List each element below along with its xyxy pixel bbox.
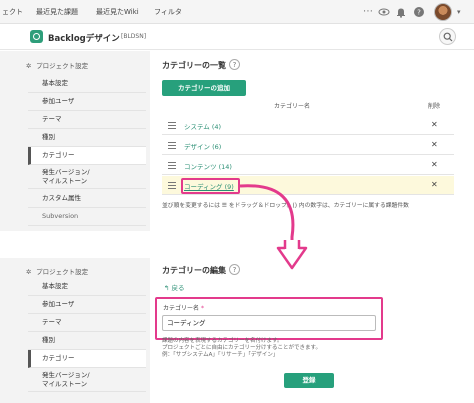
sidebar-item-users[interactable]: 参加ユーザ <box>28 296 146 314</box>
sidebar-item-milestone[interactable]: 発生バージョン/ マイルストーン <box>28 368 146 392</box>
sidebar-item-basic[interactable]: 基本設定 <box>28 278 146 296</box>
table-row: システム (4) ✕ <box>162 116 454 135</box>
sidebar-header: ✲ プロジェクト設定 <box>26 62 89 70</box>
help-icon[interactable]: ? <box>229 264 240 275</box>
sidebar-item-theme[interactable]: テーマ <box>28 111 146 129</box>
delete-icon[interactable]: ✕ <box>431 140 438 149</box>
more-icon[interactable]: ⋯ <box>362 6 374 18</box>
avatar[interactable] <box>434 3 452 21</box>
project-header: Backlogデザイン [BLDSN] <box>0 24 474 50</box>
table-row: デザイン (6) ✕ <box>162 136 454 155</box>
global-nav: ェクト 最近見た課題 最近見たWiki フィルタ ⋯ ? ▾ <box>0 0 474 24</box>
settings-sidebar-bottom: ✲ プロジェクト設定 基本設定 参加ユーザ テーマ 種別 カテゴリー 発生バージ… <box>0 258 150 403</box>
eye-icon[interactable] <box>378 6 390 18</box>
category-name-input[interactable]: コーディング <box>162 315 376 331</box>
drag-handle-icon[interactable] <box>168 142 176 149</box>
drag-handle-icon[interactable] <box>168 122 176 129</box>
page-title: カテゴリーの一覧 <box>162 61 226 70</box>
sidebar-item-theme[interactable]: テーマ <box>28 314 146 332</box>
sidebar-item-subversion[interactable]: Subversion <box>28 208 146 226</box>
settings-sidebar-top: ✲ プロジェクト設定 基本設定 参加ユーザ テーマ 種別 カテゴリー 発生バージ… <box>0 51 150 231</box>
sidebar-item-type[interactable]: 種別 <box>28 129 146 147</box>
category-link[interactable]: コンテンツ (14) <box>184 161 232 171</box>
back-link[interactable]: ↰ 戻る <box>164 282 185 292</box>
sidebar-item-custom-fields[interactable]: カスタム属性 <box>28 190 146 208</box>
sidebar-item-category[interactable]: カテゴリー <box>28 350 146 368</box>
sidebar-header: ✲ プロジェクト設定 <box>26 268 89 276</box>
chevron-down-icon[interactable]: ▾ <box>457 8 461 16</box>
sidebar-item-users[interactable]: 参加ユーザ <box>28 93 146 111</box>
category-link[interactable]: システム (4) <box>184 121 221 131</box>
add-category-button[interactable]: カテゴリーの追加 <box>162 80 246 96</box>
sidebar-item-milestone[interactable]: 発生バージョン/ マイルストーン <box>28 165 146 189</box>
sidebar-item-basic[interactable]: 基本設定 <box>28 75 146 93</box>
sidebar-item-type[interactable]: 種別 <box>28 332 146 350</box>
transition-arrow-icon <box>239 184 308 270</box>
drag-handle-icon[interactable] <box>168 182 176 189</box>
project-logo-icon <box>30 30 43 43</box>
help-icon[interactable]: ? <box>413 6 425 18</box>
nav-recent-wiki[interactable]: 最近見たWiki <box>96 7 139 17</box>
delete-icon[interactable]: ✕ <box>431 180 438 189</box>
delete-icon[interactable]: ✕ <box>431 120 438 129</box>
gear-icon: ✲ <box>26 268 32 276</box>
table-row: コンテンツ (14) ✕ <box>162 156 454 175</box>
column-header-delete: 削除 <box>428 103 441 110</box>
delete-icon[interactable]: ✕ <box>431 160 438 169</box>
category-link[interactable]: デザイン (6) <box>184 141 221 151</box>
submit-button[interactable]: 登録 <box>284 373 334 388</box>
drag-handle-icon[interactable] <box>168 162 176 169</box>
category-name-label: カテゴリー名 * <box>163 305 204 312</box>
svg-text:?: ? <box>417 9 421 17</box>
search-icon[interactable] <box>439 28 456 45</box>
project-key: [BLDSN] <box>121 33 147 40</box>
project-name[interactable]: Backlogデザイン <box>48 32 120 44</box>
column-header-name: カテゴリー名 <box>274 103 311 110</box>
hint-text: 例：「サブシステムA」「リサーチ」「デザイン」 <box>162 352 279 358</box>
back-arrow-icon: ↰ <box>164 284 170 292</box>
required-mark: * <box>200 305 204 312</box>
nav-recent-issues[interactable]: 最近見た課題 <box>36 7 78 17</box>
section-title-edit: カテゴリーの編集 <box>162 266 226 275</box>
bell-icon[interactable] <box>395 6 407 18</box>
help-icon[interactable]: ? <box>229 59 240 70</box>
gear-icon: ✲ <box>26 62 32 70</box>
nav-filter[interactable]: フィルタ <box>154 7 182 17</box>
nav-projects[interactable]: ェクト <box>2 7 23 17</box>
sidebar-item-category[interactable]: カテゴリー <box>28 147 146 165</box>
